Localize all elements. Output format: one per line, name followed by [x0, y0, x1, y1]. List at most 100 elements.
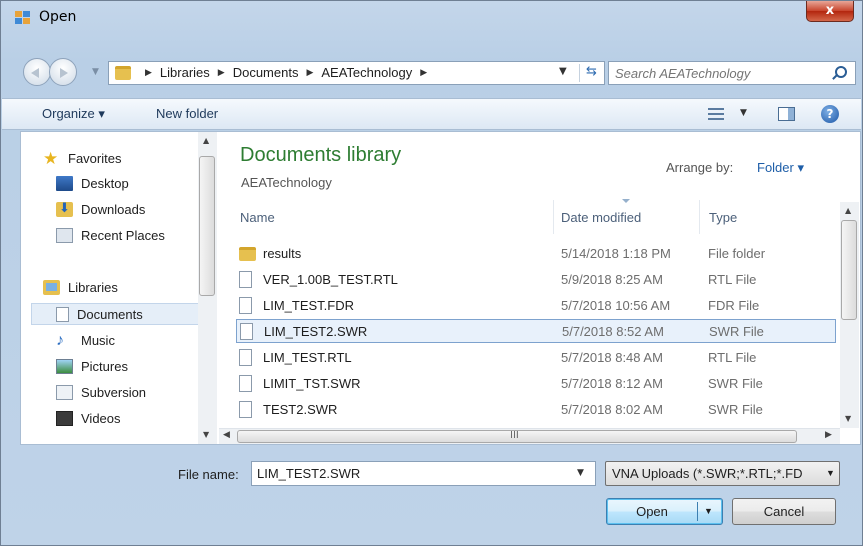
open-dialog: Open x ▼ ▶ Libraries ▶ Documents ▶ AEATe…: [0, 0, 863, 546]
videos-icon: [56, 410, 73, 426]
search-box[interactable]: [608, 61, 856, 85]
scroll-up-icon[interactable]: ▲: [203, 136, 209, 145]
folder-icon: [115, 66, 131, 80]
horizontal-scrollbar[interactable]: ◀ III ▶: [219, 428, 840, 444]
back-arrow-icon[interactable]: [23, 58, 51, 86]
chevron-right-icon[interactable]: ▶: [145, 67, 152, 78]
navigation-pane: ★ Favorites Desktop Downloads Recent Pla…: [21, 132, 217, 444]
horizontal-scroll-thumb[interactable]: III: [237, 430, 797, 443]
file-name: LIMIT_TST.SWR: [263, 376, 361, 391]
file-icon: [239, 375, 252, 392]
table-row[interactable]: VER_1.00B_TEST.RTL 5/9/2018 8:25 AM RTL …: [236, 268, 836, 292]
file-type: RTL File: [708, 272, 757, 287]
file-date: 5/14/2018 1:18 PM: [561, 246, 671, 261]
nav-item-desktop[interactable]: Desktop: [56, 172, 129, 194]
nav-item-label: Music: [81, 332, 115, 348]
open-options-dropdown-icon[interactable]: ▼: [704, 499, 713, 524]
column-header-date-modified[interactable]: Date modified: [561, 210, 641, 225]
table-row-selected[interactable]: LIM_TEST2.SWR 5/7/2018 8:52 AM SWR File: [236, 319, 836, 343]
breadcrumb-documents[interactable]: Documents: [233, 65, 299, 80]
file-name-input[interactable]: [257, 466, 557, 481]
nav-item-videos[interactable]: Videos: [56, 407, 121, 429]
open-button[interactable]: Open ▼: [606, 498, 723, 525]
nav-item-music[interactable]: ♪ Music: [56, 329, 115, 351]
file-name: LIM_TEST.RTL: [263, 350, 352, 365]
table-row[interactable]: results 5/14/2018 1:18 PM File folder: [236, 242, 836, 266]
arrange-by-dropdown[interactable]: Folder ▾: [757, 160, 804, 176]
address-bar[interactable]: ▶ Libraries ▶ Documents ▶ AEATechnology …: [108, 61, 605, 85]
search-input[interactable]: [615, 65, 825, 81]
breadcrumb-aeatechnology[interactable]: AEATechnology: [321, 65, 412, 80]
table-row[interactable]: LIM_TEST.FDR 5/7/2018 10:56 AM FDR File: [236, 294, 836, 318]
chevron-down-icon[interactable]: ▼: [826, 468, 835, 478]
table-row[interactable]: LIMIT_TST.SWR 5/7/2018 8:12 AM SWR File: [236, 372, 836, 396]
title-bar[interactable]: Open x: [1, 1, 862, 33]
file-type: SWR File: [708, 376, 763, 391]
file-name-field[interactable]: ▼: [251, 461, 596, 486]
column-header-type[interactable]: Type: [709, 210, 737, 225]
split-divider: [697, 502, 698, 521]
file-scroll-thumb[interactable]: [841, 220, 857, 320]
file-type: SWR File: [709, 324, 764, 339]
organize-button[interactable]: Organize ▾: [42, 106, 105, 122]
breadcrumb-libraries[interactable]: Libraries: [160, 65, 210, 80]
nav-item-pictures[interactable]: Pictures: [56, 355, 128, 377]
nav-item-label: Libraries: [68, 279, 118, 295]
column-header-name[interactable]: Name: [240, 210, 275, 225]
file-icon: [239, 297, 252, 314]
nav-item-favorites[interactable]: ★ Favorites: [43, 147, 121, 169]
refresh-icon[interactable]: ⇆: [579, 64, 603, 82]
music-icon: ♪: [56, 331, 64, 349]
forward-arrow-icon[interactable]: [49, 58, 77, 86]
search-icon[interactable]: [835, 66, 847, 78]
arrange-by-label: Arrange by:: [666, 160, 734, 175]
address-dropdown-icon[interactable]: ▼: [559, 66, 567, 77]
content-area: ★ Favorites Desktop Downloads Recent Pla…: [20, 131, 861, 445]
document-icon: [56, 306, 69, 322]
scroll-down-icon[interactable]: ▼: [845, 414, 851, 423]
table-row[interactable]: TEST2.SWR 5/7/2018 8:02 AM SWR File: [236, 398, 836, 422]
nav-item-downloads[interactable]: Downloads: [56, 198, 145, 220]
view-options-icon[interactable]: [708, 108, 724, 120]
view-dropdown-icon[interactable]: ▼: [740, 108, 747, 118]
nav-scroll-thumb[interactable]: [199, 156, 215, 296]
recent-locations-dropdown-icon[interactable]: ▼: [92, 67, 99, 77]
help-icon[interactable]: ?: [821, 105, 839, 123]
nav-item-subversion[interactable]: Subversion: [56, 381, 146, 403]
scroll-right-icon[interactable]: ▶: [825, 430, 832, 440]
scroll-down-icon[interactable]: ▼: [203, 430, 209, 439]
file-name: LIM_TEST.FDR: [263, 298, 355, 313]
scroll-up-icon[interactable]: ▲: [845, 206, 851, 215]
column-divider[interactable]: [553, 200, 554, 234]
file-date: 5/9/2018 8:25 AM: [561, 272, 663, 287]
window-title: Open: [39, 9, 77, 25]
chevron-right-icon[interactable]: ▶: [420, 67, 427, 78]
preview-pane-icon[interactable]: [778, 107, 795, 121]
file-type-filter[interactable]: VNA Uploads (*.SWR;*.RTL;*.FD ▼: [605, 461, 840, 486]
nav-item-libraries[interactable]: Libraries: [43, 276, 118, 298]
pictures-icon: [56, 358, 73, 374]
file-date: 5/7/2018 8:12 AM: [561, 376, 663, 391]
new-folder-button[interactable]: New folder: [156, 106, 218, 121]
chevron-right-icon[interactable]: ▶: [218, 67, 225, 78]
subversion-icon: [56, 384, 73, 400]
file-type: RTL File: [708, 350, 757, 365]
file-icon: [239, 401, 252, 418]
close-button[interactable]: x: [806, 1, 854, 22]
nav-item-recent-places[interactable]: Recent Places: [56, 224, 165, 246]
file-list-pane: Documents library AEATechnology Arrange …: [219, 132, 860, 444]
nav-scrollbar[interactable]: ▲ ▼: [198, 132, 217, 444]
file-list-scrollbar[interactable]: ▲ ▼: [840, 202, 859, 428]
column-divider[interactable]: [699, 200, 700, 234]
file-date: 5/7/2018 8:02 AM: [561, 402, 663, 417]
nav-item-label: Desktop: [81, 175, 129, 191]
scroll-left-icon[interactable]: ◀: [223, 430, 230, 440]
file-icon: [239, 271, 252, 288]
chevron-right-icon[interactable]: ▶: [306, 67, 313, 78]
scroll-grip: III: [510, 430, 519, 441]
file-name-dropdown-icon[interactable]: ▼: [577, 468, 584, 478]
nav-item-documents[interactable]: Documents: [56, 303, 143, 325]
cancel-button[interactable]: Cancel: [732, 498, 836, 525]
recent-places-icon: [56, 227, 73, 243]
table-row[interactable]: LIM_TEST.RTL 5/7/2018 8:48 AM RTL File: [236, 346, 836, 370]
